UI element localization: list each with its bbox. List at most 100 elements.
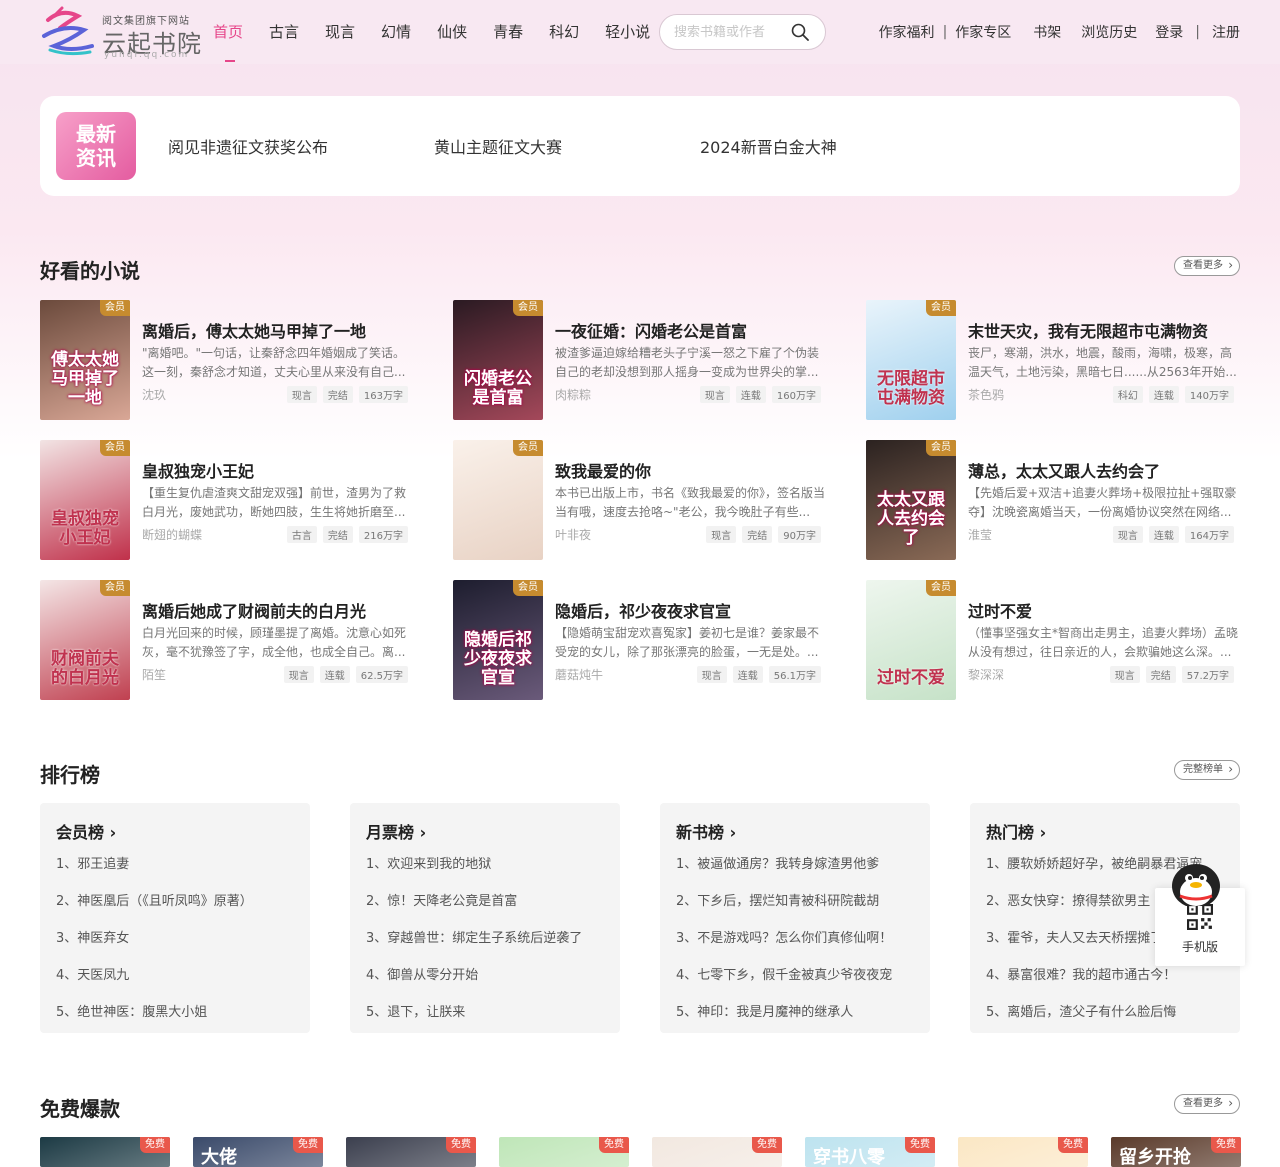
book-cover[interactable]: 会员 傅太太她马甲掉了一地 [40, 300, 130, 420]
author-zone-link[interactable]: 作家专区 [955, 22, 1011, 42]
rank-item[interactable]: 4、七零下乡，假千金被真少爷夜夜宠 [676, 964, 892, 1001]
view-more-button[interactable]: 查看更多 [1174, 256, 1240, 276]
book-cover[interactable]: 会员 隐婚后祁少夜夜求官宣 [453, 580, 543, 700]
book-author[interactable]: 陌笙 [142, 666, 166, 683]
book-author[interactable]: 茶色鸦 [968, 386, 1004, 403]
rank-board-title[interactable]: 新书榜 › [676, 819, 736, 843]
book-cover[interactable]: 会员 [453, 440, 543, 560]
book-title[interactable]: 离婚后她成了财阀前夫的白月光 [142, 598, 366, 622]
book-card[interactable]: 会员 皇叔独宠小王妃 皇叔独宠小王妃 【重生复仇虐渣爽文甜宠双强】前世，渣男为了救白月… [40, 440, 412, 560]
news-item[interactable]: 阅见非遗征文获奖公布 [168, 134, 328, 158]
history-link[interactable]: 浏览历史 [1081, 22, 1137, 42]
book-title[interactable]: 离婚后，傅太太她马甲掉了一地 [142, 318, 366, 342]
book-cover[interactable]: 会员 过时不爱 [866, 580, 956, 700]
rank-item[interactable]: 5、绝世神医：腹黑大小姐 [56, 1001, 253, 1038]
rank-list: 1、欢迎来到我的地狱 2、惊！天降老公竟是首富 3、穿越兽世：绑定生子系统后逆袭了 4… [366, 853, 582, 1038]
rank-item[interactable]: 4、天医凤九 [56, 964, 253, 1001]
book-tags: 现言 完结 163万字 [281, 386, 408, 403]
register-link[interactable]: 注册 [1212, 22, 1240, 42]
rank-item[interactable]: 2、神医凰后（《且听凤鸣》原著） [56, 890, 253, 927]
book-author[interactable]: 肉粽粽 [555, 386, 591, 403]
book-cover[interactable]: 会员 太太又跟人去约会了 [866, 440, 956, 560]
free-book-cover[interactable]: 免费 [346, 1137, 476, 1167]
book-card[interactable]: 会员 致我最爱的你 本书已出版上市，书名《致我最爱的你》，签名版当当有哦，速度去抢咯… [453, 440, 825, 560]
book-cover[interactable]: 会员 闪婚老公是首富 [453, 300, 543, 420]
book-author[interactable]: 沈玖 [142, 386, 166, 403]
book-title[interactable]: 一夜征婚：闪婚老公是首富 [555, 318, 747, 342]
search-input[interactable] [674, 23, 784, 41]
login-link[interactable]: 登录 [1155, 22, 1183, 42]
nav-fantasy-romance[interactable]: 幻情 [381, 0, 411, 64]
full-ranking-button[interactable]: 完整榜单 [1174, 760, 1240, 780]
rank-board-name: 月票榜 [366, 823, 415, 842]
book-title[interactable]: 致我最爱的你 [555, 458, 651, 482]
book-card[interactable]: 会员 闪婚老公是首富 一夜征婚：闪婚老公是首富 被渣爹逼迫嫁给糟老头子宁溪一怒之下雇了… [453, 300, 825, 420]
nav-light-novel[interactable]: 轻小说 [605, 0, 650, 64]
book-title[interactable]: 过时不爱 [968, 598, 1032, 622]
top-header: 阅文集团旗下网站 云起书院 yunqi.qq.com 首页 古言 现言 幻情 仙… [0, 0, 1280, 64]
free-badge: 免费 [140, 1137, 170, 1153]
rank-item[interactable]: 4、暴富很难？我的超市通古今！ [986, 964, 1202, 1001]
book-cover[interactable]: 会员 皇叔独宠小王妃 [40, 440, 130, 560]
book-card[interactable]: 会员 傅太太她马甲掉了一地 离婚后，傅太太她马甲掉了一地 "离婚吧。"一句话，让秦舒念… [40, 300, 412, 420]
free-book-cover[interactable]: 免费 [652, 1137, 782, 1167]
book-tag: 完结 [1145, 666, 1176, 683]
book-cover[interactable]: 会员 财阀前夫的白月光 [40, 580, 130, 700]
author-benefits-link[interactable]: 作家福利 [879, 22, 935, 42]
cover-title: 无限超市屯满物资 [877, 369, 945, 408]
news-item[interactable]: 黄山主题征文大赛 [434, 134, 562, 158]
rank-item[interactable]: 2、惊！天降老公竟是首富 [366, 890, 582, 927]
rank-item[interactable]: 1、邪王追妻 [56, 853, 253, 890]
book-title[interactable]: 皇叔独宠小王妃 [142, 458, 254, 482]
book-cover[interactable]: 会员 无限超市屯满物资 [866, 300, 956, 420]
search-icon[interactable] [791, 23, 809, 41]
rank-item[interactable]: 1、欢迎来到我的地狱 [366, 853, 582, 890]
book-card[interactable]: 会员 隐婚后祁少夜夜求官宣 隐婚后，祁少夜夜求官宣 【隐婚萌宝甜宠欢喜冤家】姜初七是谁… [453, 580, 825, 700]
nav-xianxia[interactable]: 仙侠 [437, 0, 467, 64]
news-badge: 最新 资讯 [56, 112, 136, 180]
nav-scifi[interactable]: 科幻 [549, 0, 579, 64]
free-book-cover[interactable]: 免费 留乡开抢 [1111, 1137, 1241, 1167]
nav-ancient[interactable]: 古言 [269, 0, 299, 64]
book-card[interactable]: 会员 财阀前夫的白月光 离婚后她成了财阀前夫的白月光 白月光回来的时候，顾瑾墨提了离婚… [40, 580, 412, 700]
free-book-cover[interactable]: 免费 [499, 1137, 629, 1167]
rank-item[interactable]: 5、神印：我是月魔神的继承人 [676, 1001, 892, 1038]
rank-item[interactable]: 3、穿越兽世：绑定生子系统后逆袭了 [366, 927, 582, 964]
book-author[interactable]: 淮莹 [968, 526, 992, 543]
rank-item[interactable]: 5、离婚后，渣父子有什么脸后悔 [986, 1001, 1202, 1038]
divider: | [1195, 24, 1200, 40]
nav-youth[interactable]: 青春 [493, 0, 523, 64]
rank-item[interactable]: 3、神医弃女 [56, 927, 253, 964]
book-author[interactable]: 断翅的蝴蝶 [142, 526, 202, 543]
rank-board-title[interactable]: 月票榜 › [366, 819, 426, 843]
rank-item[interactable]: 5、退下，让朕来 [366, 1001, 582, 1038]
news-item[interactable]: 2024新晋白金大神 [700, 134, 837, 158]
free-book-cover[interactable]: 免费 [958, 1137, 1088, 1167]
site-logo[interactable]: 阅文集团旗下网站 云起书院 yunqi.qq.com [40, 6, 201, 60]
rank-board-title[interactable]: 会员榜 › [56, 819, 116, 843]
book-author[interactable]: 蘑菇炖牛 [555, 666, 603, 683]
book-author[interactable]: 黎深深 [968, 666, 1004, 683]
free-book-cover[interactable]: 免费 [40, 1137, 170, 1167]
view-more-button[interactable]: 查看更多 [1174, 1094, 1240, 1114]
nav-modern[interactable]: 现言 [325, 0, 355, 64]
book-card[interactable]: 会员 太太又跟人去约会了 薄总，太太又跟人去约会了 【先婚后爱+双洁+追妻火葬场+极限… [866, 440, 1238, 560]
book-title[interactable]: 隐婚后，祁少夜夜求官宣 [555, 598, 731, 622]
rank-item[interactable]: 2、下乡后，摆烂知青被科研院截胡 [676, 890, 892, 927]
book-card[interactable]: 会员 无限超市屯满物资 末世天灾，我有无限超市屯满物资 丧尸，寒潮，洪水，地震，酸雨，… [866, 300, 1238, 420]
search-box [659, 14, 826, 50]
rank-board-name: 新书榜 [676, 823, 725, 842]
book-author[interactable]: 叶非夜 [555, 526, 591, 543]
bookshelf-link[interactable]: 书架 [1033, 22, 1061, 42]
free-book-cover[interactable]: 免费 大佬 [193, 1137, 323, 1167]
nav-home[interactable]: 首页 [213, 0, 243, 64]
free-book-cover[interactable]: 免费 穿书八零 [805, 1137, 935, 1167]
book-title[interactable]: 薄总，太太又跟人去约会了 [968, 458, 1160, 482]
rank-board-title[interactable]: 热门榜 › [986, 819, 1046, 843]
vip-badge: 会员 [100, 580, 130, 596]
book-card[interactable]: 会员 过时不爱 过时不爱 （懂事坚强女主*智商出走男主，追妻火葬场）孟晓从没有想过，往… [866, 580, 1238, 700]
rank-item[interactable]: 3、不是游戏吗？怎么你们真修仙啊！ [676, 927, 892, 964]
book-title[interactable]: 末世天灾，我有无限超市屯满物资 [968, 318, 1208, 342]
rank-item[interactable]: 4、御兽从零分开始 [366, 964, 582, 1001]
rank-item[interactable]: 1、被逼做通房？我转身嫁渣男他爹 [676, 853, 892, 890]
